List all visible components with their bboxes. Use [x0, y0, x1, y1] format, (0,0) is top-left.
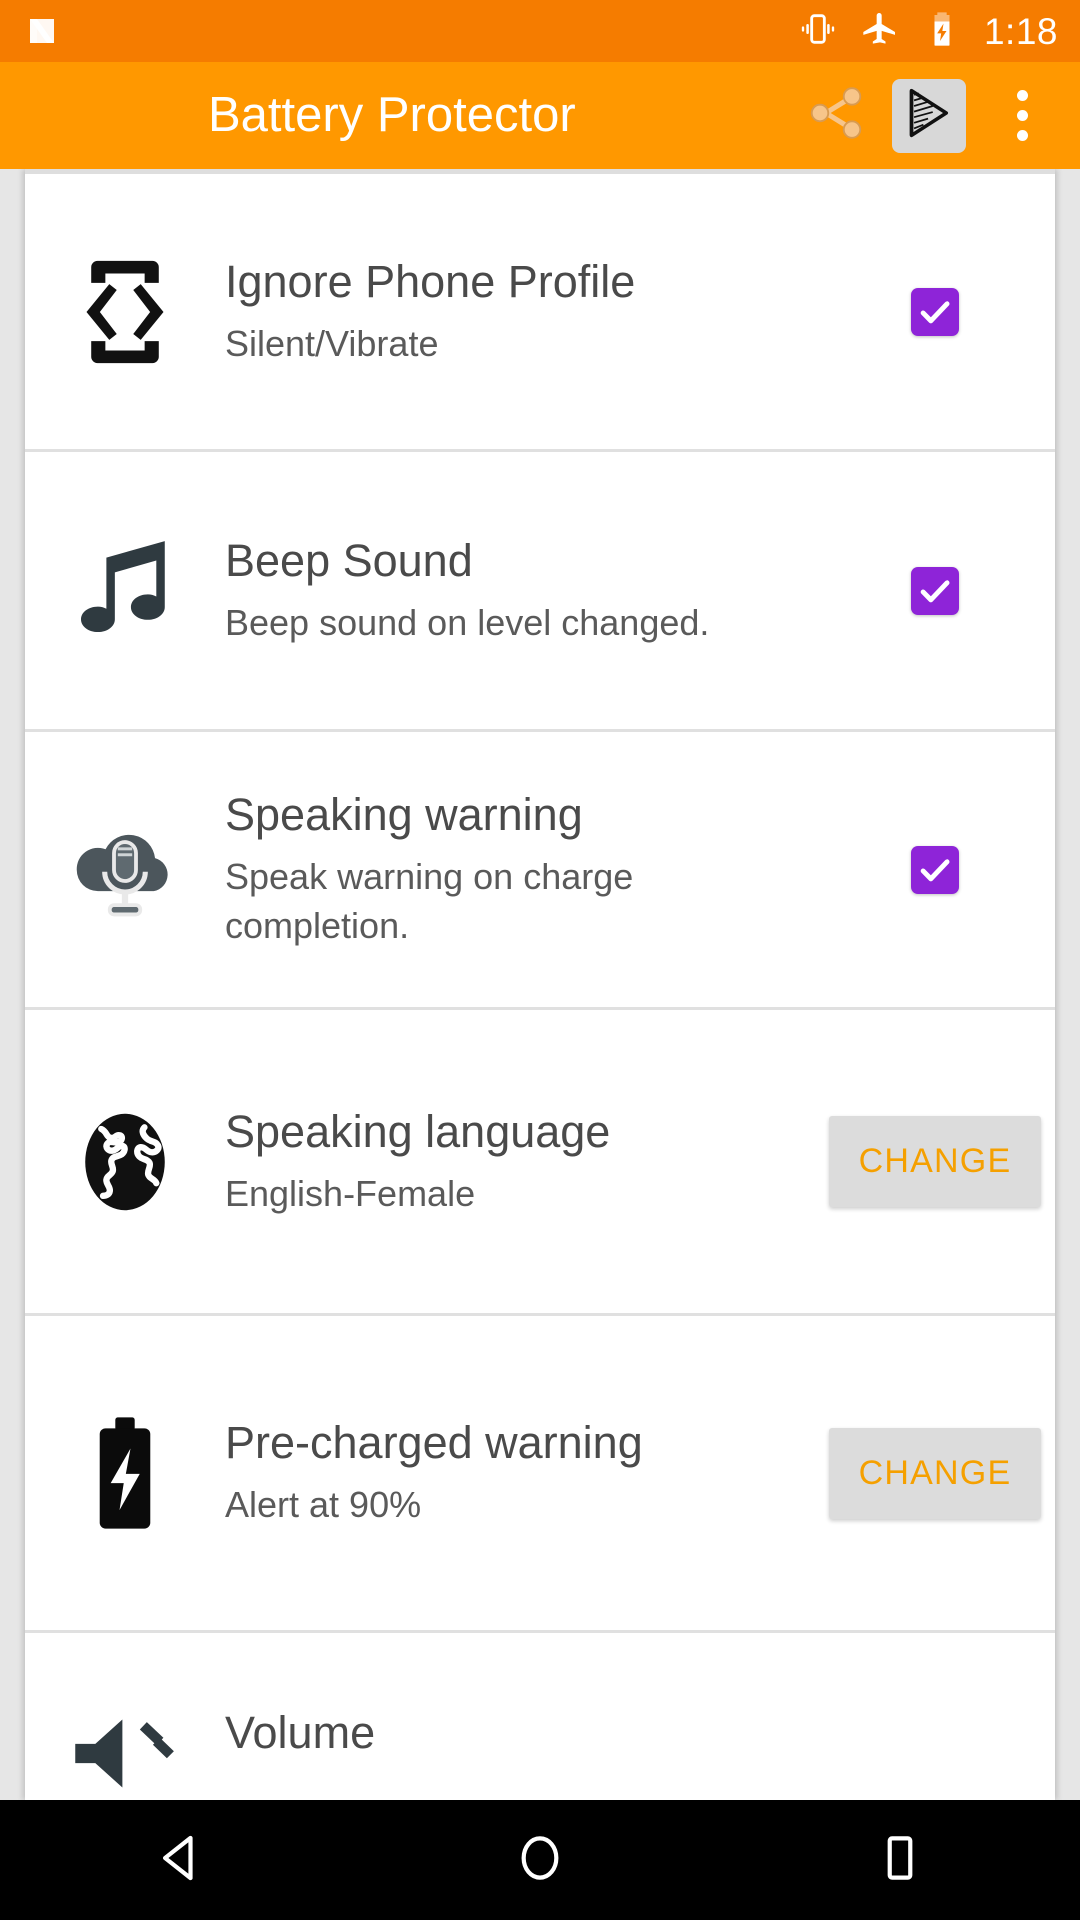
status-bar: 1:18 [0, 0, 1080, 62]
list-item-title: Beep Sound [225, 534, 473, 586]
list-item-title: Volume [225, 1706, 376, 1758]
list-item-subtitle: Silent/Vibrate [225, 322, 439, 364]
list-item-control [815, 566, 1055, 615]
android-navigation-bar [0, 1800, 1080, 1920]
recents-square-icon [872, 1830, 928, 1891]
share-button[interactable] [788, 68, 884, 164]
status-clock: 1:18 [983, 10, 1058, 52]
overflow-menu-button[interactable] [974, 62, 1070, 169]
list-item-title: Ignore Phone Profile [225, 255, 636, 307]
app-bar-actions [788, 62, 1080, 169]
overflow-menu-icon [1016, 130, 1028, 141]
list-item-text: Speaking language English-Female [225, 1105, 815, 1218]
settings-card: Ignore Phone Profile Silent/Vibrate Beep… [25, 169, 1055, 1800]
recents-button[interactable] [800, 1800, 1000, 1920]
music-note-icon [25, 536, 225, 646]
checkbox-speaking-warning[interactable] [911, 845, 959, 894]
page-title: Battery Protector [208, 88, 576, 142]
change-speaking-language-button[interactable]: CHANGE [828, 1116, 1042, 1207]
cloud-microphone-icon [25, 818, 225, 922]
list-item-text: Pre-charged warning Alert at 90% [225, 1416, 815, 1529]
change-pre-charged-warning-button[interactable]: CHANGE [828, 1427, 1042, 1519]
back-triangle-icon [152, 1830, 208, 1891]
phone-vibrate-icon [25, 257, 225, 367]
list-item-text: Volume [225, 1706, 815, 1761]
list-item-title: Pre-charged warning [225, 1417, 643, 1469]
list-item-subtitle: Speak warning on charge completion. [225, 856, 634, 946]
battery-bolt-icon [25, 1414, 225, 1532]
list-item-subtitle: Alert at 90% [225, 1484, 422, 1526]
list-item[interactable]: Speaking language English-Female CHANGE [25, 1010, 1055, 1316]
volume-icon [25, 1702, 225, 1788]
list-item-control: CHANGE [815, 1116, 1055, 1207]
list-item-control [815, 845, 1055, 894]
android-n-logo [22, 11, 62, 51]
back-button[interactable] [80, 1800, 280, 1920]
phone-screen: 1:18 Battery Protector Ignore Phone Prof… [0, 0, 1080, 1920]
home-button[interactable] [440, 1800, 640, 1920]
share-icon [804, 81, 868, 150]
globe-icon [25, 1107, 225, 1217]
home-circle-icon [512, 1830, 568, 1891]
vibrate-icon [798, 9, 838, 54]
status-icons: 1:18 [798, 9, 1058, 54]
list-item[interactable]: Ignore Phone Profile Silent/Vibrate [25, 174, 1055, 452]
list-item[interactable]: Pre-charged warning Alert at 90% CHANGE [25, 1316, 1055, 1633]
app-bar: Battery Protector [0, 62, 1080, 169]
list-item-text: Ignore Phone Profile Silent/Vibrate [225, 255, 815, 368]
list-item-title: Speaking language [225, 1105, 611, 1157]
battery-charging-icon [922, 9, 962, 54]
list-item[interactable]: Volume [25, 1633, 1055, 1800]
overflow-menu-icon [1016, 90, 1028, 101]
list-item-control: CHANGE [815, 1427, 1055, 1519]
checkbox-ignore-phone-profile[interactable] [911, 287, 959, 336]
play-store-button[interactable] [892, 78, 966, 153]
airplane-mode-icon [860, 9, 900, 54]
list-item[interactable]: Beep Sound Beep sound on level changed. [25, 452, 1055, 732]
list-item[interactable]: Speaking warning Speak warning on charge… [25, 732, 1055, 1010]
play-store-icon [901, 85, 957, 146]
overflow-menu-icon [1016, 110, 1028, 121]
list-item-subtitle: English-Female [225, 1172, 476, 1214]
list-item-text: Beep Sound Beep sound on level changed. [225, 534, 815, 647]
list-item-control [815, 287, 1055, 336]
list-item-subtitle: Beep sound on level changed. [225, 601, 710, 643]
settings-list[interactable]: Ignore Phone Profile Silent/Vibrate Beep… [0, 169, 1080, 1800]
list-item-text: Speaking warning Speak warning on charge… [225, 788, 815, 950]
list-item-title: Speaking warning [225, 789, 583, 841]
checkbox-beep-sound[interactable] [911, 566, 959, 615]
